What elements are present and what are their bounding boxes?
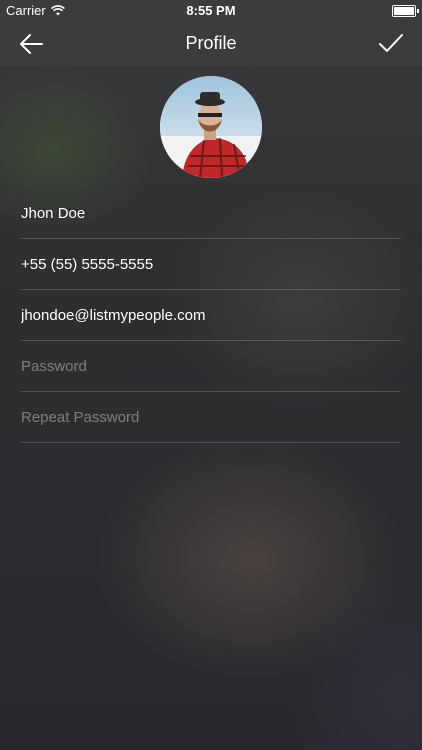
- profile-photo: [160, 76, 262, 178]
- name-field[interactable]: [21, 205, 401, 222]
- navigation-bar: Profile: [0, 22, 422, 66]
- name-field-row: [21, 188, 401, 239]
- profile-form: [21, 188, 401, 443]
- phone-field-row: [21, 239, 401, 290]
- password-field-row: [21, 341, 401, 392]
- password-field[interactable]: [21, 358, 401, 375]
- repeat-password-field-row: [21, 392, 401, 443]
- status-bar: Carrier 8:55 PM: [0, 0, 422, 22]
- avatar[interactable]: [160, 76, 262, 178]
- battery-icon: [392, 5, 419, 17]
- phone-field[interactable]: [21, 256, 401, 273]
- page-title: Profile: [185, 33, 237, 53]
- checkmark-icon[interactable]: [378, 32, 404, 56]
- email-field-row: [21, 290, 401, 341]
- email-field[interactable]: [21, 307, 401, 324]
- repeat-password-field[interactable]: [21, 409, 401, 426]
- status-time: 8:55 PM: [186, 3, 236, 18]
